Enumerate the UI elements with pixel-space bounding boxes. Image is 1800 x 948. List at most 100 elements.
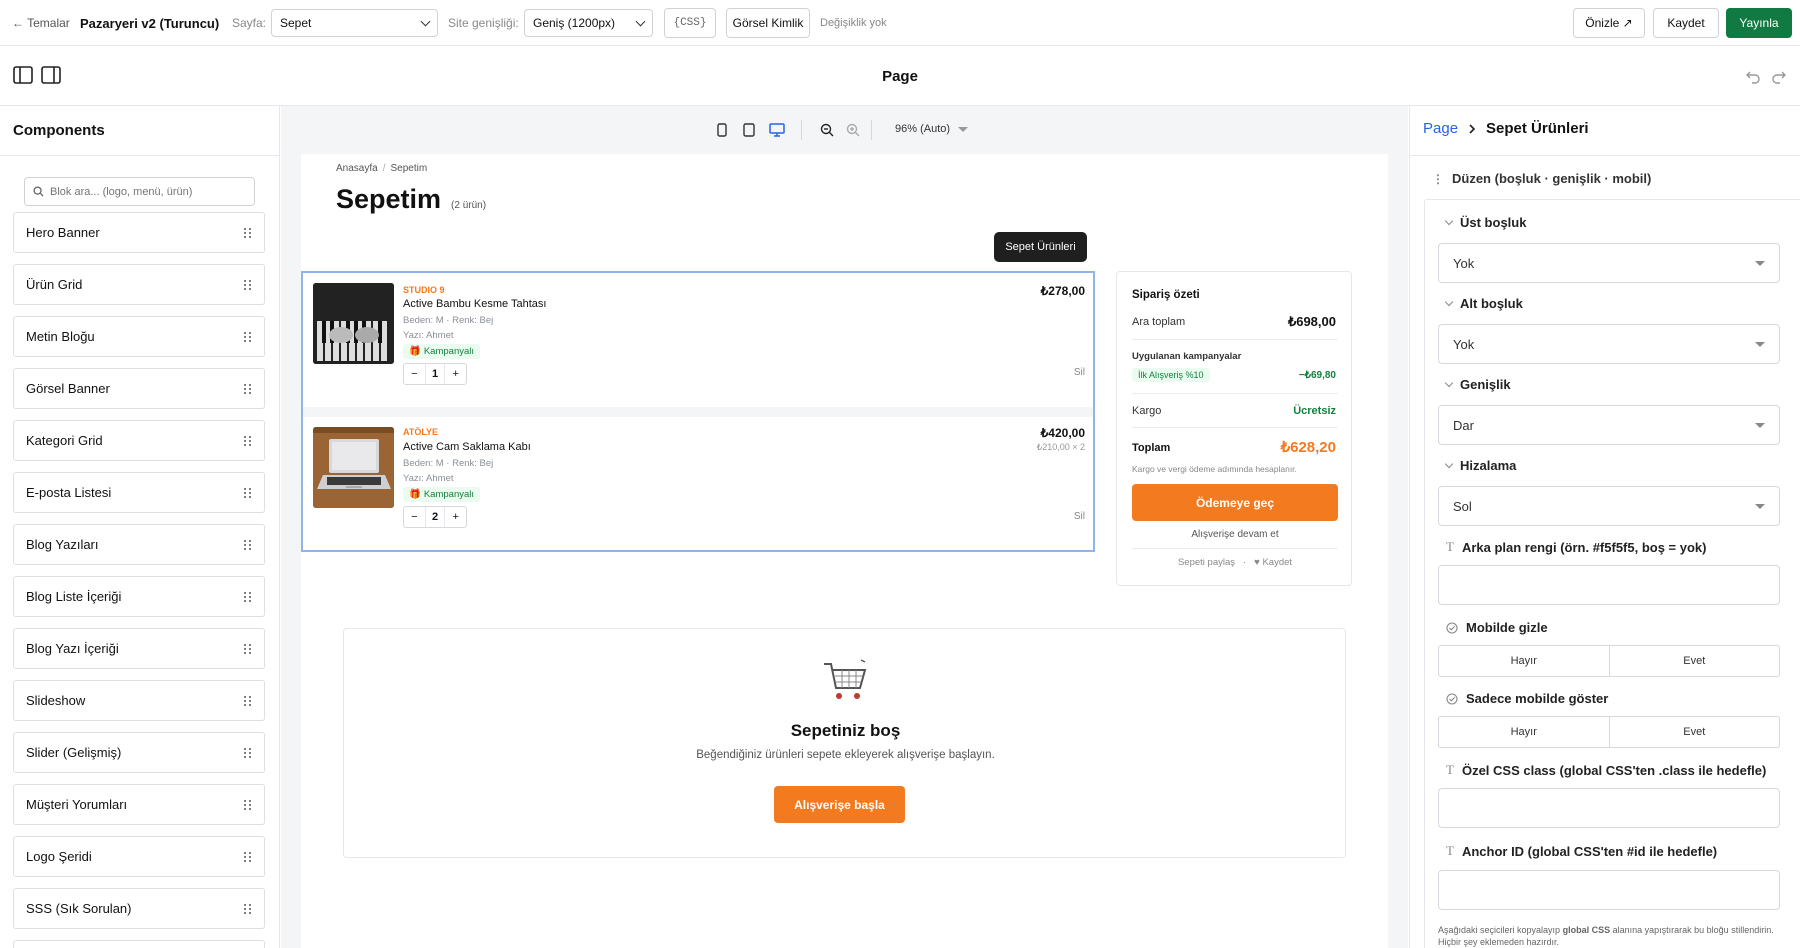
checkout-button[interactable]: Ödemeye geç bbox=[1132, 484, 1338, 521]
component-item[interactable]: Logo Şeridi bbox=[13, 836, 265, 877]
layout-group-header[interactable]: ⋮ Düzen (boşluk · genişlik · mobil) bbox=[1432, 171, 1651, 186]
drag-handle-icon[interactable] bbox=[244, 903, 252, 914]
top-spacing-label[interactable]: Üst boşluk bbox=[1444, 215, 1526, 230]
cart-count: (2 ürün) bbox=[451, 200, 487, 211]
chevron-down-icon bbox=[1755, 341, 1765, 347]
campaign-tag: 🎁 Kampanyalı bbox=[403, 344, 481, 359]
anchor-input[interactable] bbox=[1438, 870, 1780, 910]
campaign-tag: 🎁 Kampanyalı bbox=[403, 487, 481, 502]
alignment-select[interactable]: Sol bbox=[1438, 486, 1780, 526]
drag-handle-icon[interactable] bbox=[244, 851, 252, 862]
drag-handle-icon[interactable] bbox=[244, 591, 252, 602]
empty-cart-title: Sepetiniz boş bbox=[790, 721, 901, 740]
drag-handle-icon[interactable] bbox=[244, 695, 252, 706]
cart-items-block[interactable]: STUDIO 9 Active Bambu Kesme Tahtası Bede… bbox=[301, 271, 1095, 552]
only-mobile-toggle[interactable]: Hayır Evet bbox=[1438, 716, 1780, 748]
component-item[interactable]: E-posta Listesi bbox=[13, 472, 265, 513]
bg-color-input[interactable] bbox=[1438, 565, 1780, 605]
width-label[interactable]: Genişlik bbox=[1444, 377, 1511, 392]
product-price: ₺278,00 bbox=[1040, 284, 1085, 298]
remove-link[interactable]: Sil bbox=[1074, 511, 1085, 522]
publish-button[interactable]: Yayınla bbox=[1726, 8, 1792, 38]
shipping-label: Kargo bbox=[1132, 405, 1162, 417]
component-item[interactable]: Ürün Grid bbox=[13, 264, 265, 305]
drag-handle-icon[interactable] bbox=[244, 799, 252, 810]
component-item-label: Blog Yazı İçeriği bbox=[26, 641, 119, 656]
product-image[interactable] bbox=[313, 283, 394, 364]
only-mobile-yes[interactable]: Evet bbox=[1608, 717, 1780, 747]
component-search-input[interactable] bbox=[50, 185, 245, 198]
undo-icon[interactable] bbox=[1745, 68, 1761, 84]
quantity-stepper[interactable]: − 1 + bbox=[403, 363, 467, 385]
zoom-select[interactable]: 96% (Auto) bbox=[895, 123, 969, 135]
component-search-field[interactable] bbox=[24, 177, 255, 206]
component-item[interactable]: Metin Bloğu bbox=[13, 316, 265, 357]
product-variant: Beden: M · Renk: Bej bbox=[403, 458, 494, 469]
increase-button[interactable]: + bbox=[445, 511, 466, 523]
divider bbox=[1410, 155, 1800, 156]
start-shopping-button[interactable]: Alışverişe başla bbox=[774, 786, 905, 823]
drag-handle-icon[interactable] bbox=[244, 227, 252, 238]
toggle-right-panel-icon[interactable] bbox=[41, 66, 61, 84]
quantity-stepper[interactable]: − 2 + bbox=[403, 506, 467, 528]
alignment-label[interactable]: Hizalama bbox=[1444, 458, 1516, 473]
product-name[interactable]: Active Bambu Kesme Tahtası bbox=[403, 298, 546, 310]
drag-handle-icon[interactable] bbox=[244, 331, 252, 342]
component-item[interactable]: Blog Yazı İçeriği bbox=[13, 628, 265, 669]
top-spacing-select[interactable]: Yok bbox=[1438, 243, 1780, 283]
only-mobile-no[interactable]: Hayır bbox=[1439, 717, 1609, 747]
save-cart-link[interactable]: ♥ Kaydet bbox=[1254, 557, 1292, 568]
tablet-view-icon[interactable] bbox=[743, 123, 755, 137]
breadcrumb-home[interactable]: Anasayfa bbox=[336, 163, 378, 174]
back-to-themes-link[interactable]: ← Temalar bbox=[12, 0, 70, 46]
decrease-button[interactable]: − bbox=[404, 368, 425, 380]
redo-icon[interactable] bbox=[1771, 68, 1787, 84]
hide-mobile-toggle[interactable]: Hayır Evet bbox=[1438, 645, 1780, 677]
component-item[interactable]: Slideshow bbox=[13, 680, 265, 721]
component-item[interactable]: Hero Banner bbox=[13, 212, 265, 253]
drag-handle-icon[interactable] bbox=[244, 435, 252, 446]
save-button[interactable]: Kaydet bbox=[1653, 8, 1719, 38]
component-item[interactable]: Kategori Grid bbox=[13, 420, 265, 461]
decrease-button[interactable]: − bbox=[404, 511, 425, 523]
bottom-spacing-select[interactable]: Yok bbox=[1438, 324, 1780, 364]
css-class-input[interactable] bbox=[1438, 788, 1780, 828]
component-item[interactable]: Görsel Banner bbox=[13, 368, 265, 409]
component-item[interactable]: Müşteri Yorumları bbox=[13, 784, 265, 825]
share-cart-link[interactable]: Sepeti paylaş bbox=[1178, 557, 1235, 568]
component-item[interactable]: Blog Liste İçeriği bbox=[13, 576, 265, 617]
drag-handle-icon[interactable] bbox=[244, 279, 252, 290]
remove-link[interactable]: Sil bbox=[1074, 367, 1085, 378]
component-item[interactable] bbox=[13, 940, 265, 948]
mobile-view-icon[interactable] bbox=[717, 123, 727, 137]
drag-handle-icon[interactable] bbox=[244, 383, 252, 394]
zoom-in-icon[interactable] bbox=[846, 123, 860, 137]
width-select[interactable]: Dar bbox=[1438, 405, 1780, 445]
hide-mobile-no[interactable]: Hayır bbox=[1439, 646, 1609, 676]
component-item[interactable]: Blog Yazıları bbox=[13, 524, 265, 565]
continue-shopping-link[interactable]: Alışverişe devam et bbox=[1132, 524, 1338, 544]
visual-identity-button[interactable]: Görsel Kimlik bbox=[726, 8, 810, 38]
product-name[interactable]: Active Cam Saklama Kabı bbox=[403, 441, 531, 453]
increase-button[interactable]: + bbox=[445, 368, 466, 380]
desktop-view-icon[interactable] bbox=[769, 123, 785, 137]
drag-handle-icon[interactable] bbox=[244, 643, 252, 654]
preview-button[interactable]: Önizle ↗ bbox=[1573, 8, 1645, 38]
width-select[interactable]: Geniş (1200px) bbox=[524, 9, 653, 37]
page-select[interactable]: Sepet bbox=[271, 9, 438, 37]
bottom-spacing-label[interactable]: Alt boşluk bbox=[1444, 296, 1523, 311]
toggle-left-panel-icon[interactable] bbox=[13, 66, 33, 84]
component-item[interactable]: Slider (Gelişmiş) bbox=[13, 732, 265, 773]
bg-color-label: T Arka plan rengi (örn. #f5f5f5, boş = yo… bbox=[1446, 539, 1706, 555]
drag-handle-icon[interactable] bbox=[244, 747, 252, 758]
zoom-out-icon[interactable] bbox=[820, 123, 834, 137]
component-item[interactable]: SSS (Sık Sorulan) bbox=[13, 888, 265, 929]
inspector-breadcrumb-root[interactable]: Page bbox=[1423, 120, 1458, 137]
product-brand: ATÖLYE bbox=[403, 427, 439, 437]
selected-block-chip[interactable]: Sepet Ürünleri bbox=[994, 232, 1087, 262]
drag-handle-icon[interactable] bbox=[244, 539, 252, 550]
product-image[interactable] bbox=[313, 427, 394, 508]
hide-mobile-yes[interactable]: Evet bbox=[1608, 646, 1780, 676]
drag-handle-icon[interactable] bbox=[244, 487, 252, 498]
css-button[interactable]: {CSS} bbox=[664, 8, 716, 38]
